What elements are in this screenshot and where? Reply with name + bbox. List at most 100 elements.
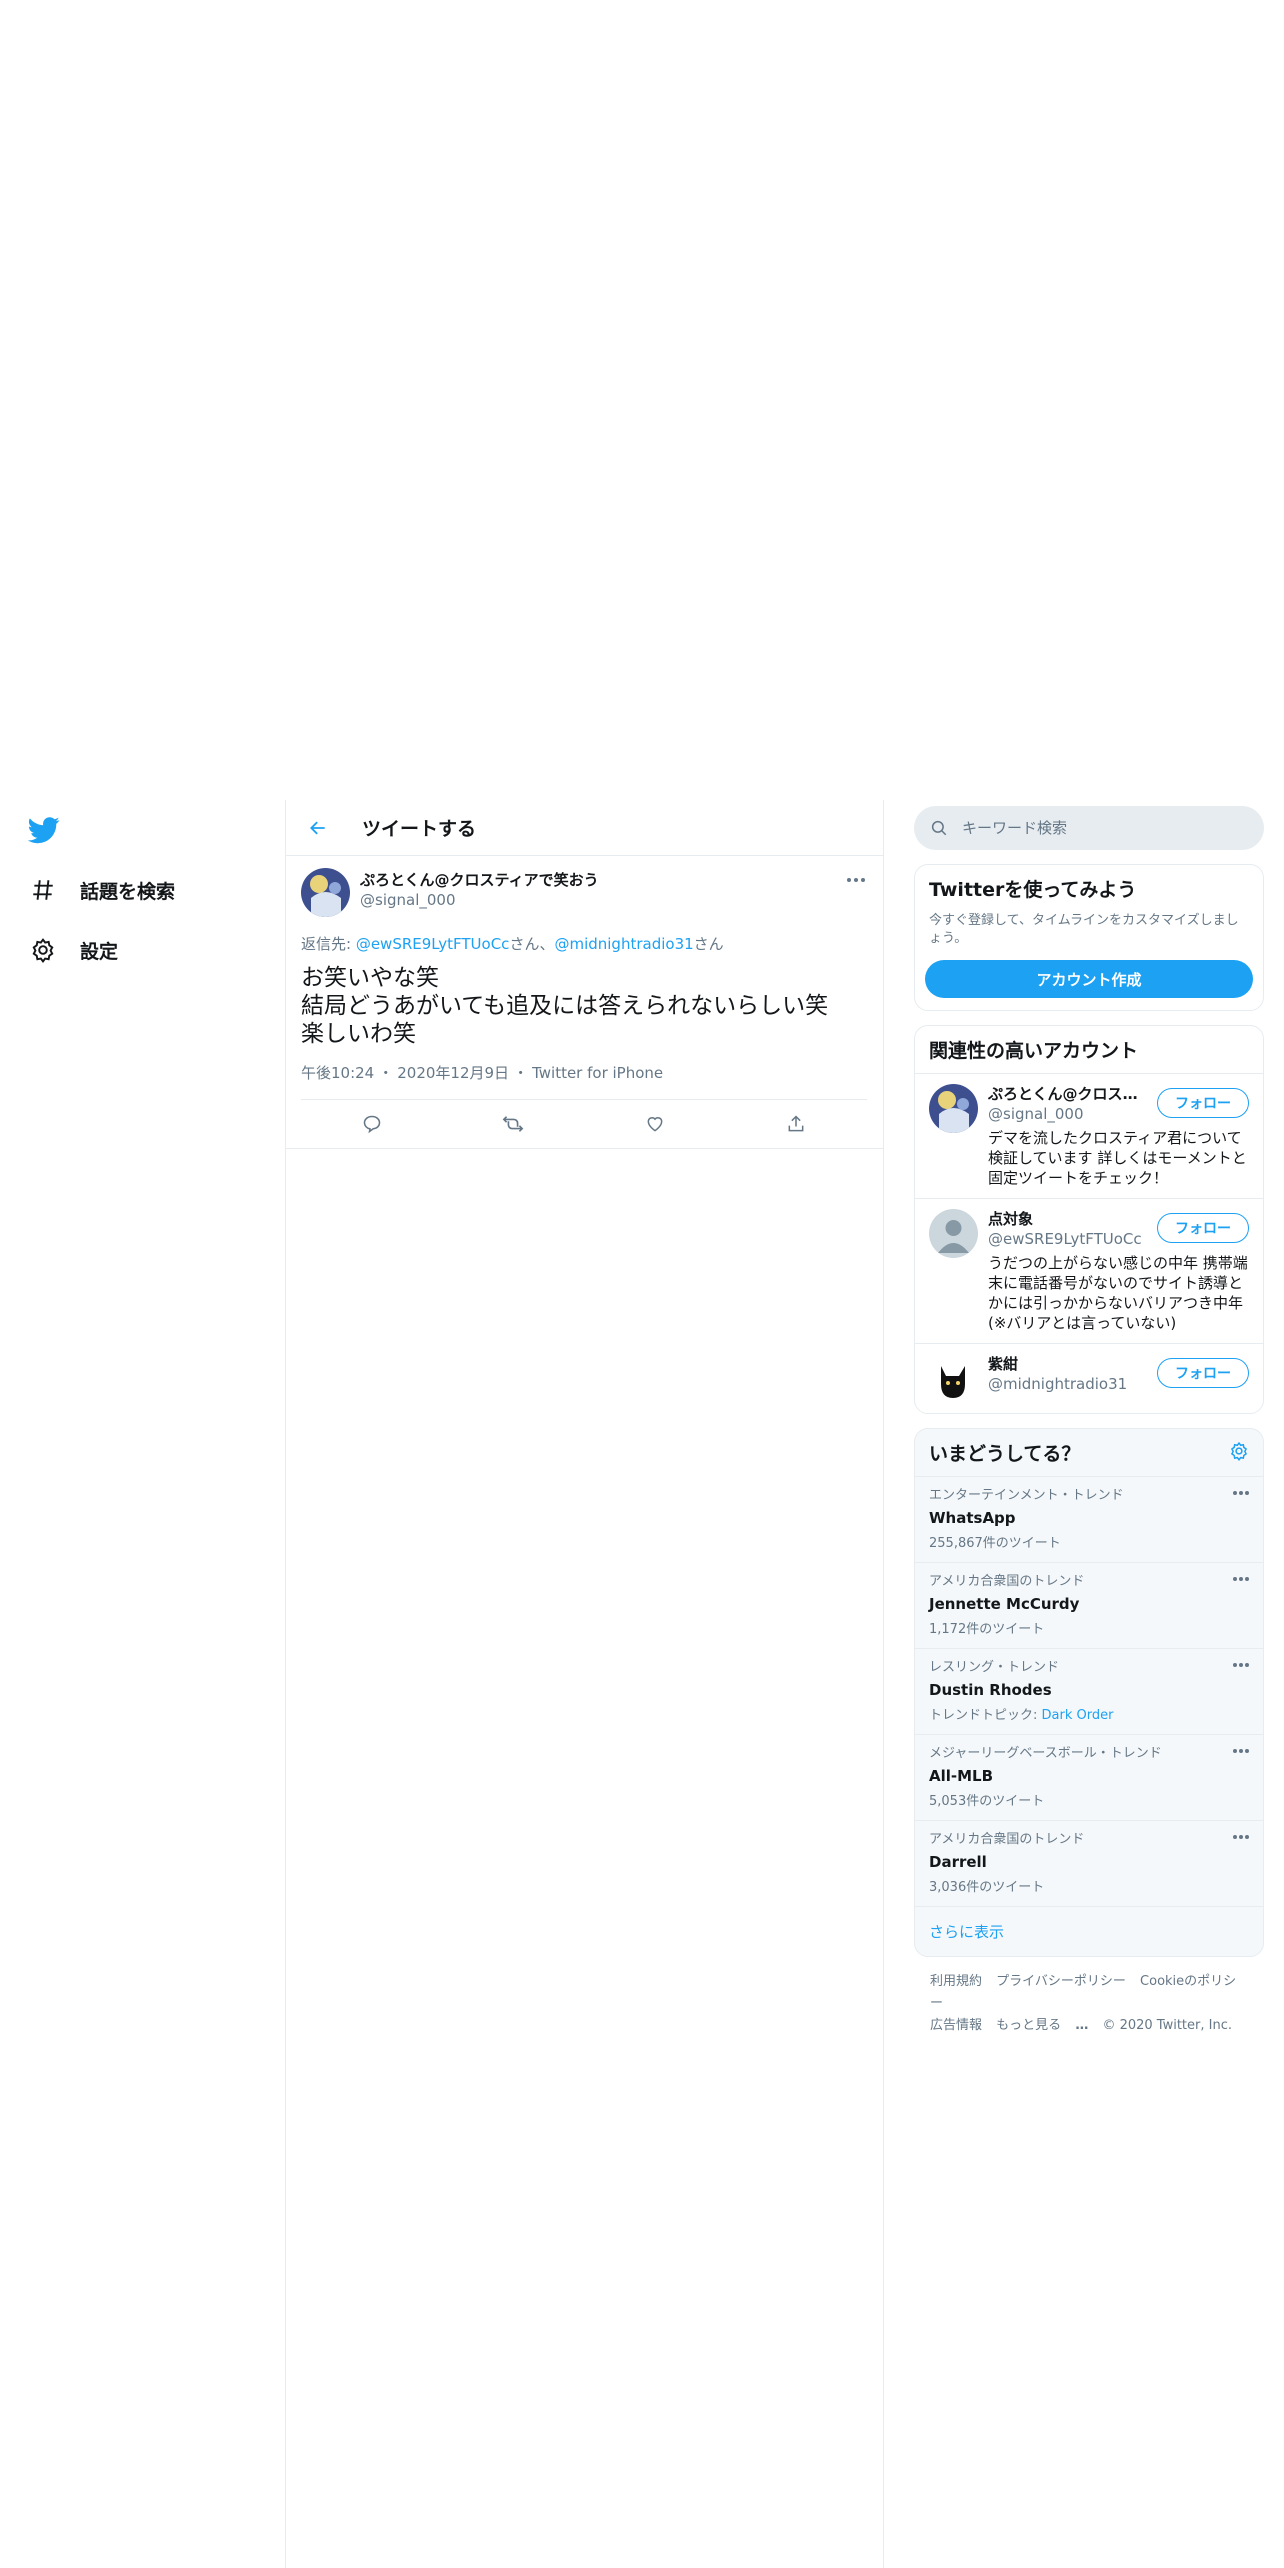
- nav-settings[interactable]: 設定: [28, 920, 285, 980]
- tweet-date[interactable]: 2020年12月9日: [397, 1062, 509, 1083]
- follow-button[interactable]: フォロー: [1157, 1088, 1249, 1118]
- trend-item[interactable]: エンターテインメント・トレンド WhatsApp 255,867件のツイート: [915, 1476, 1263, 1562]
- account-item[interactable]: ぷろとくん@クロスティアで笑おう @signal_000 デマを流したクロスティ…: [915, 1073, 1263, 1198]
- footer: 利用規約 プライバシーポリシー Cookieのポリシー 広告情報 もっと見る ……: [914, 1957, 1264, 2051]
- trend-topic-link[interactable]: Dark Order: [1042, 1708, 1114, 1723]
- back-button[interactable]: [302, 812, 334, 844]
- more-dot-icon: [1233, 1491, 1237, 1495]
- trend-more-button[interactable]: [1233, 1663, 1249, 1667]
- more-dot-icon: [854, 878, 858, 882]
- tweet: ぷろとくん@クロスティアで笑おう @signal_000 返信先: @ewSRE…: [286, 856, 883, 1149]
- tweet-source[interactable]: Twitter for iPhone: [532, 1064, 663, 1082]
- signup-description: 今すぐ登録して、タイムラインをカスタマイズしましょう。: [929, 913, 1239, 946]
- tweet-more-button[interactable]: [845, 872, 867, 888]
- gear-icon[interactable]: [1229, 1441, 1249, 1465]
- reply-to: 返信先: @ewSRE9LytFTUoCcさん、@midnightradio31…: [301, 933, 867, 954]
- more-dot-icon: [1245, 1835, 1249, 1839]
- trend-name: Jennette McCurdy: [929, 1595, 1080, 1613]
- account-item[interactable]: 紫紺 @midnightradio31 フォロー: [915, 1343, 1263, 1413]
- twitter-logo-icon[interactable]: [27, 814, 62, 848]
- retweet-button[interactable]: [496, 1107, 530, 1141]
- avatar[interactable]: [301, 868, 350, 917]
- account-name[interactable]: 紫紺: [988, 1354, 1138, 1374]
- trend-count: 1,172件のツイート: [929, 1622, 1045, 1637]
- trend-count: 5,053件のツイート: [929, 1794, 1045, 1809]
- account-item[interactable]: 点対象 @ewSRE9LytFTUoCc うだつの上がらない感じの中年 携帯端末…: [915, 1198, 1263, 1343]
- tweet-actions: [301, 1100, 867, 1148]
- author-name[interactable]: ぷろとくん@クロスティアで笑おう: [360, 870, 599, 890]
- trend-item[interactable]: レスリング・トレンド Dustin Rhodes トレンドトピック: Dark …: [915, 1648, 1263, 1734]
- reply-button[interactable]: [355, 1107, 389, 1141]
- footer-more[interactable]: もっと見る …: [996, 2018, 1088, 2033]
- meta-separator: ・: [513, 1064, 529, 1082]
- page: 話題を検索 設定 ツイートする ぷろとくん@クロスティアで笑おう @signal…: [0, 0, 1284, 2568]
- meta-separator: ・: [378, 1064, 394, 1082]
- trend-context: アメリカ合衆国のトレンド: [929, 1574, 1085, 1589]
- trend-name: WhatsApp: [929, 1509, 1016, 1527]
- tweet-text: お笑いやな笑 結局どうあがいても追及には答えられないらしい笑 楽しいわ笑: [301, 964, 867, 1048]
- signup-title: Twitterを使ってみよう: [929, 879, 1137, 901]
- nav-explore-label: 話題を検索: [80, 880, 176, 903]
- reply-san: さん、: [509, 935, 555, 953]
- trend-topic: トレンドトピック: Dark Order: [929, 1707, 1249, 1725]
- page-title: ツイートする: [362, 818, 477, 840]
- account-bio: デマを流したクロスティア君について検証しています 詳しくはモーメントと固定ツイー…: [988, 1129, 1247, 1187]
- follow-button[interactable]: フォロー: [1157, 1358, 1249, 1388]
- reply-user-link[interactable]: @midnightradio31: [554, 935, 693, 953]
- like-button[interactable]: [638, 1107, 672, 1141]
- avatar[interactable]: [929, 1084, 978, 1133]
- trend-name: All-MLB: [929, 1767, 994, 1785]
- trend-item[interactable]: メジャーリーグベースボール・トレンド All-MLB 5,053件のツイート: [915, 1734, 1263, 1820]
- app-layout: 話題を検索 設定 ツイートする ぷろとくん@クロスティアで笑おう @signal…: [0, 800, 1284, 2568]
- right-sidebar: Twitterを使ってみよう 今すぐ登録して、タイムラインをカスタマイズしましょ…: [884, 800, 1284, 2568]
- black-cat-avatar[interactable]: [929, 1354, 978, 1403]
- heart-icon: [647, 1117, 663, 1132]
- more-dot-icon: [1239, 1835, 1243, 1839]
- main-header: ツイートする: [286, 800, 883, 856]
- search-box[interactable]: [914, 806, 1264, 850]
- trend-more-button[interactable]: [1233, 1491, 1249, 1495]
- footer-link[interactable]: プライバシーポリシー: [996, 1974, 1126, 1989]
- footer-link[interactable]: 広告情報: [930, 2018, 982, 2033]
- reply-san: さん: [693, 935, 724, 953]
- related-accounts-card: 関連性の高いアカウント ぷろとくん@クロスティアで笑おう @signal_000: [914, 1025, 1264, 1414]
- trend-context: レスリング・トレンド: [929, 1660, 1060, 1675]
- gear-icon: [28, 935, 58, 965]
- trend-more-button[interactable]: [1233, 1577, 1249, 1581]
- account-name[interactable]: 点対象: [988, 1209, 1138, 1229]
- trends-title: いまどうしてる？: [929, 1443, 1081, 1465]
- more-dot-icon: [1239, 1749, 1243, 1753]
- main-column: ツイートする ぷろとくん@クロスティアで笑おう @signal_000 返信先:…: [286, 800, 884, 2568]
- more-dot-icon: [847, 878, 851, 882]
- trend-more-button[interactable]: [1233, 1835, 1249, 1839]
- footer-more-dots: …: [1075, 2018, 1089, 2033]
- more-dot-icon: [1245, 1663, 1249, 1667]
- tweet-time[interactable]: 午後10:24: [301, 1062, 374, 1083]
- trend-count: 255,867件のツイート: [929, 1536, 1061, 1551]
- author-handle[interactable]: @signal_000: [360, 890, 599, 910]
- create-account-button[interactable]: アカウント作成: [925, 960, 1253, 998]
- account-bio: うだつの上がらない感じの中年 携帯端末に電話番号がないのでサイト誘導とかには引っ…: [988, 1254, 1248, 1332]
- related-title: 関連性の高いアカウント: [929, 1040, 1139, 1062]
- reply-user-link[interactable]: @ewSRE9LytFTUoCc: [356, 935, 510, 953]
- follow-button[interactable]: フォロー: [1157, 1213, 1249, 1243]
- show-more-link[interactable]: さらに表示: [915, 1906, 1263, 1956]
- search-input[interactable]: [962, 819, 1242, 837]
- default-avatar-icon[interactable]: [929, 1209, 978, 1258]
- tweet-text-line: 楽しいわ笑: [301, 1021, 416, 1047]
- nav-explore[interactable]: 話題を検索: [28, 860, 285, 920]
- account-name[interactable]: ぷろとくん@クロスティアで笑おう: [988, 1084, 1138, 1104]
- hashtag-icon: [28, 875, 58, 905]
- more-dot-icon: [861, 878, 865, 882]
- trend-context: エンターテインメント・トレンド: [929, 1488, 1124, 1503]
- share-button[interactable]: [779, 1107, 813, 1141]
- more-dot-icon: [1233, 1835, 1237, 1839]
- more-dot-icon: [1245, 1491, 1249, 1495]
- trend-item[interactable]: アメリカ合衆国のトレンド Darrell 3,036件のツイート: [915, 1820, 1263, 1906]
- trend-item[interactable]: アメリカ合衆国のトレンド Jennette McCurdy 1,172件のツイー…: [915, 1562, 1263, 1648]
- tweet-meta: 午後10:24 ・ 2020年12月9日 ・ Twitter for iPhon…: [301, 1062, 867, 1100]
- trend-more-button[interactable]: [1233, 1749, 1249, 1753]
- signup-card: Twitterを使ってみよう 今すぐ登録して、タイムラインをカスタマイズしましょ…: [914, 864, 1264, 1011]
- footer-link[interactable]: 利用規約: [930, 1974, 982, 1989]
- retweet-icon: [502, 1116, 524, 1132]
